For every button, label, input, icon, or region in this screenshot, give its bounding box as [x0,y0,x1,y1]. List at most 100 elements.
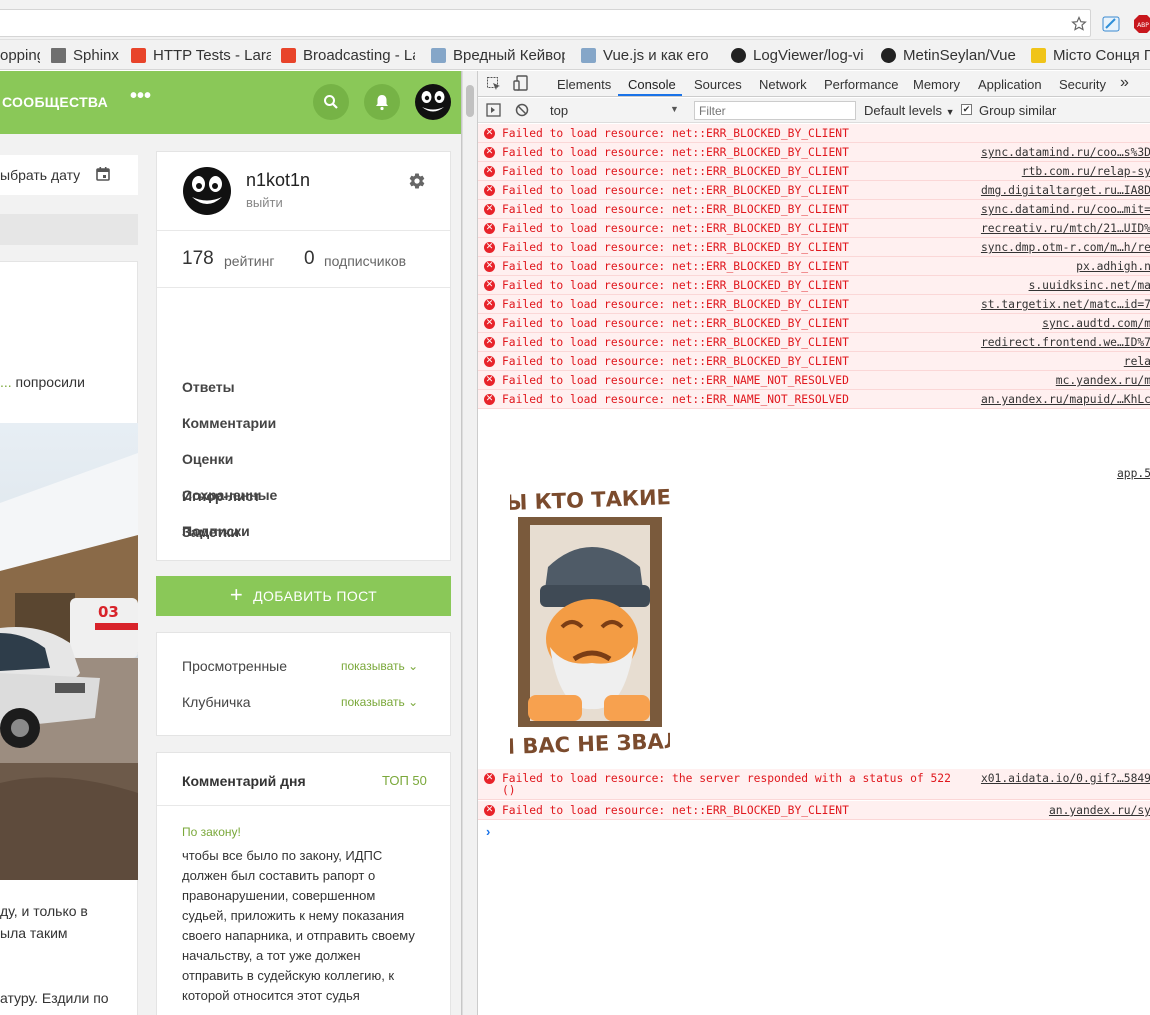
log-source-link[interactable]: rela [1124,355,1150,368]
rating-label: рейтинг [224,253,275,269]
logout-link[interactable]: выйти [246,195,283,210]
post-image[interactable]: 03 [0,423,138,880]
device-toolbar-icon[interactable] [513,75,529,92]
post-text-line: ду, и только в [0,903,88,919]
bookmark-item[interactable]: Broadcasting - La [281,45,415,65]
rating-value: 178 [182,248,214,269]
console-error-row: ✕ Failed to load resource: net::ERR_BLOCK… [478,238,1150,257]
tab-application[interactable]: Application [978,77,1042,92]
habr-icon [581,47,596,63]
menu-answers[interactable]: Ответы [182,379,235,395]
inspect-element-icon[interactable] [486,76,502,92]
console-prompt[interactable]: › [486,824,490,839]
log-source-link[interactable]: redirect.frontend.we…ID%7 [981,336,1150,349]
address-input[interactable] [0,9,1091,37]
log-source-link[interactable]: st.targetix.net/matc…id=7 [981,298,1150,311]
log-source-link[interactable]: dmg.digitaltarget.ru…IA8D [981,184,1150,197]
console-error-row: ✕ Failed to load resource: net::ERR_BLOCK… [478,352,1150,371]
extension-icon[interactable] [1101,14,1121,34]
error-icon: ✕ [484,147,495,158]
filter-viewed-toggle[interactable]: показывать ⌄ [341,659,418,673]
log-source-link[interactable]: sync.datamind.ru/coo…mit= [981,203,1150,216]
page-scrollbar[interactable] [462,71,477,1015]
user-avatar[interactable] [414,83,452,121]
group-similar-checkbox[interactable]: ✔ [961,104,972,115]
comment-text-line: начальству, а тот уже должен [182,948,361,963]
menu-ratings[interactable]: Оценки [182,451,233,467]
sidebar-toggle-icon[interactable] [486,103,501,117]
more-tabs-button[interactable]: » [1120,74,1129,92]
bookmark-item[interactable]: HTTP Tests - Lara [131,45,271,65]
error-icon: ✕ [484,128,495,139]
comment-post-link[interactable]: По закону! [182,825,241,839]
bookmark-star-icon[interactable] [1069,14,1089,34]
tab-performance[interactable]: Performance [824,77,898,92]
post-link[interactable]: ... [0,374,12,390]
add-post-button[interactable]: + ДОБАВИТЬ ПОСТ [156,576,451,616]
plus-icon: + [229,582,244,607]
console-message: Failed to load resource: net::ERR_NAME_N… [502,393,849,406]
log-source-link[interactable]: an.yandex.ru/mapuid/…KhLc [981,393,1150,406]
bookmark-item[interactable]: Вредный Кейвор [431,45,565,65]
menu-notes[interactable]: Заметки [182,524,239,540]
tab-network[interactable]: Network [759,77,807,92]
console-error-row: ✕ Failed to load resource: net::ERR_BLOCK… [478,143,1150,162]
log-source-link[interactable]: rtb.com.ru/relap-sy [1022,165,1150,178]
post-text-line: ... попросили [0,374,85,390]
gear-icon[interactable] [408,172,426,190]
log-source-link[interactable]: sync.audtd.com/m [1042,317,1150,330]
console-error-row: ✕ Failed to load resource: the server re… [478,769,1150,800]
group-similar-label: Group similar [979,103,1057,118]
tab-memory[interactable]: Memory [913,77,960,92]
bookmark-item[interactable]: LogViewer/log-vi [731,45,864,65]
tab-console[interactable]: Console [628,77,676,92]
log-levels-dropdown[interactable]: Default levels ▼ [864,103,955,118]
nav-more-dots[interactable]: ••• [130,85,151,108]
filter-strawberry-toggle[interactable]: показывать ⌄ [341,695,418,709]
bookmark-item[interactable]: Місто Сонця Г [1031,45,1150,65]
log-source-link[interactable]: mc.yandex.ru/m [1056,374,1150,387]
bookmark-item[interactable]: opping [0,45,40,65]
nav-communities[interactable]: СООБЩЕСТВА [2,94,108,110]
clear-console-icon[interactable] [515,103,529,117]
tab-sources[interactable]: Sources [694,77,742,92]
bookmark-item[interactable]: Vue.js и как его [581,45,709,65]
sticker-bottom-text: Я ВАС НЕ ЗВАЛ [510,729,670,757]
console-message: Failed to load resource: net::ERR_BLOCKE… [502,279,849,292]
log-source-link[interactable]: sync.dmp.otm-r.com/m…h/re [981,241,1150,254]
comment-text-line: чтобы все было по закону, ИДПС [182,848,383,863]
comment-text-line: судьей, приложить к нему показания [182,908,405,923]
search-button[interactable] [313,84,349,120]
bookmark-item[interactable]: MetinSeylan/Vue [881,45,1016,65]
habr-icon [431,47,446,63]
log-source-link[interactable]: sync.datamind.ru/coo…s%3D [981,146,1150,159]
notifications-button[interactable] [364,84,400,120]
github-icon [731,47,746,63]
date-picker[interactable]: ыбрать дату [0,155,138,195]
bookmark-item[interactable]: Sphinx [51,45,119,65]
profile-username[interactable]: n1kot1n [246,170,310,191]
svg-text:03: 03 [98,603,119,621]
menu-comments[interactable]: Комментарии [182,415,276,431]
context-selector[interactable]: top [550,103,568,118]
tab-elements[interactable]: Elements [557,77,611,92]
log-source-link[interactable]: an.yandex.ru/sy [1049,804,1150,817]
log-source-link[interactable]: px.adhigh.n [1076,260,1150,273]
console-filter-input[interactable] [694,101,856,120]
log-source-link[interactable]: s.uuidksinc.net/ma [1029,279,1150,292]
top50-link[interactable]: ТОП 50 [382,773,427,788]
profile-avatar[interactable] [182,166,232,216]
tab-security[interactable]: Security [1059,77,1106,92]
log-source-link[interactable]: app.5 [1117,467,1150,480]
console-message: Failed to load resource: net::ERR_BLOCKE… [502,222,849,235]
adblock-extension-icon[interactable]: ABP [1133,14,1150,34]
scrollbar-thumb[interactable] [466,85,474,117]
menu-ignore-list[interactable]: Игнор-лист [182,488,260,504]
console-message: Failed to load resource: net::ERR_BLOCKE… [502,260,849,273]
comment-text-line: своего напарника, и отправить своему [182,928,415,943]
error-icon: ✕ [484,166,495,177]
log-source-link[interactable]: recreativ.ru/mtch/21…UID% [981,222,1150,235]
post-text-line: ыла таким [0,925,68,941]
console-message: Failed to load resource: net::ERR_BLOCKE… [502,127,849,140]
log-source-link[interactable]: x01.aidata.io/0.gif?…5849 [981,772,1150,785]
